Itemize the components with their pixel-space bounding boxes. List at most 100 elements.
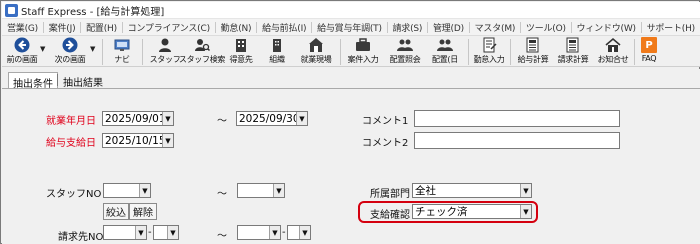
chevron-down-icon: ▼	[299, 226, 310, 239]
faq-icon: P	[641, 37, 657, 53]
menu-advance-pay[interactable]: 給与前払(I)	[257, 21, 311, 34]
org-building-icon	[273, 39, 281, 52]
chevron-down-icon: ▼	[269, 226, 280, 239]
billing-calculator-icon	[566, 37, 579, 53]
billing-no-from-a-select[interactable]: ▼	[103, 225, 147, 240]
back-dropdown-icon[interactable]: ▼	[40, 45, 45, 53]
chevron-down-icon: ▼	[162, 112, 173, 125]
window-title: Staff Express - [給与計算処理]	[21, 6, 165, 18]
staff-search-button[interactable]: スタッフ検索	[178, 37, 226, 67]
worksite-label: 就業現場	[300, 55, 332, 64]
dash-separator: -	[282, 227, 286, 238]
pay-date-select[interactable]: 2025/10/15 ▼	[102, 133, 174, 148]
navi-button[interactable]: ナビ	[108, 37, 136, 67]
staff-no-from-select[interactable]: ▼	[103, 183, 151, 198]
app-logo-icon	[5, 3, 18, 17]
billing-no-to-a-select[interactable]: ▼	[237, 225, 281, 240]
menu-master[interactable]: マスタ(M)	[470, 21, 521, 34]
payroll-calculator-icon	[526, 37, 539, 53]
pay-date-label: 給与支給日	[46, 138, 96, 149]
menu-sales[interactable]: 営業(G)	[2, 21, 43, 34]
navi-label: ナビ	[114, 55, 130, 64]
clear-button[interactable]: 解除	[129, 203, 157, 220]
back-button[interactable]: 前の画面	[4, 37, 40, 67]
billing-no-label: 請求先NO	[58, 232, 104, 243]
attendance-entry-label: 勤怠入力	[473, 55, 505, 64]
pay-confirm-value: チェック済	[415, 206, 468, 218]
billing-no-to-b-select[interactable]: ▼	[287, 225, 311, 240]
tab-extract-results[interactable]: 抽出結果	[59, 72, 107, 89]
case-briefcase-icon	[356, 38, 370, 51]
work-period-from-select[interactable]: 2025/09/01 ▼	[102, 111, 174, 126]
payroll-calc-label: 給与計算	[517, 55, 549, 64]
staff-search-label: スタッフ検索	[178, 55, 226, 64]
forward-dropdown-icon[interactable]: ▼	[90, 45, 95, 53]
pay-confirm-select[interactable]: チェック済 ▼	[412, 204, 532, 219]
placement-inquiry-button[interactable]: 配置照会	[386, 37, 424, 67]
chevron-down-icon: ▼	[135, 226, 146, 239]
pay-date-value: 2025/10/15	[105, 134, 162, 147]
tab-bar: 抽出条件 抽出結果	[2, 69, 700, 90]
menu-payroll[interactable]: 給与賞与年調(T)	[312, 21, 387, 34]
pay-confirm-label: 支給確認	[370, 210, 410, 221]
work-period-to-select[interactable]: 2025/09/30 ▼	[236, 111, 308, 126]
navi-icon	[114, 39, 130, 51]
dash-separator: -	[148, 227, 152, 238]
billing-calc-label: 請求計算	[557, 55, 589, 64]
menu-window[interactable]: ウィンドウ(W)	[572, 21, 641, 34]
range-separator: ～	[217, 189, 227, 200]
menu-placement[interactable]: 配置(H)	[81, 21, 122, 34]
customer-building-icon	[236, 39, 246, 52]
customer-button[interactable]: 得意先	[226, 37, 256, 67]
filter-button[interactable]: 絞込	[103, 203, 129, 220]
chevron-down-icon: ▼	[273, 184, 284, 197]
menu-case[interactable]: 案件(J)	[44, 21, 81, 34]
forward-arrow-icon	[62, 37, 78, 53]
menu-support[interactable]: サポート(H)	[642, 21, 700, 34]
menu-attendance[interactable]: 勤怠(N)	[216, 21, 257, 34]
toolbar: 前の画面 ▼ 次の画面 ▼ ナビ スタッフ スタッフ検索 得意先 組織 就業現場…	[2, 35, 700, 67]
billing-calc-button[interactable]: 請求計算	[554, 37, 592, 67]
org-button[interactable]: 組織	[264, 37, 290, 67]
department-label: 所属部門	[370, 189, 410, 200]
back-label: 前の画面	[6, 55, 38, 64]
notice-button[interactable]: お知合せ	[594, 37, 632, 67]
forward-label: 次の画面	[54, 55, 86, 64]
menu-tools[interactable]: ツール(O)	[521, 21, 571, 34]
case-entry-label: 案件入力	[347, 55, 379, 64]
work-period-to-value: 2025/09/30	[239, 112, 296, 125]
placement-day-button[interactable]: 配置(日	[426, 37, 464, 67]
chevron-down-icon: ▼	[167, 226, 178, 239]
chevron-down-icon: ▼	[520, 184, 531, 197]
faq-button[interactable]: P FAQ	[638, 37, 660, 67]
staff-no-to-select[interactable]: ▼	[237, 183, 285, 198]
menu-bar: 営業(G) 案件(J) 配置(H) コンプライアンス(C) 勤怠(N) 給与前払…	[2, 19, 700, 35]
work-period-from-value: 2025/09/01	[105, 112, 162, 125]
attendance-document-icon	[483, 37, 497, 53]
back-arrow-icon	[14, 37, 30, 53]
comment1-input[interactable]	[414, 110, 620, 127]
tab-extract-conditions[interactable]: 抽出条件	[8, 72, 58, 90]
staff-icon	[159, 38, 171, 52]
menu-billing[interactable]: 請求(S)	[388, 21, 428, 34]
placement-inquiry-label: 配置照会	[389, 55, 421, 64]
faq-label: FAQ	[641, 54, 657, 63]
case-entry-button[interactable]: 案件入力	[344, 37, 382, 67]
placement-day-label: 配置(日	[432, 55, 458, 64]
worksite-icon	[309, 38, 323, 52]
payroll-calc-button[interactable]: 給与計算	[514, 37, 552, 67]
worksite-button[interactable]: 就業現場	[298, 37, 334, 67]
staff-button[interactable]: スタッフ	[150, 37, 181, 67]
attendance-entry-button[interactable]: 勤怠入力	[470, 37, 508, 67]
forward-button[interactable]: 次の画面	[50, 37, 90, 67]
chevron-down-icon: ▼	[520, 205, 531, 218]
conditions-panel: 就業年月日 2025/09/01 ▼ ～ 2025/09/30 ▼ コメント1 …	[2, 88, 700, 244]
menu-compliance[interactable]: コンプライアンス(C)	[123, 21, 215, 34]
comment2-input[interactable]	[414, 132, 620, 149]
department-select[interactable]: 全社 ▼	[412, 183, 532, 198]
chevron-down-icon: ▼	[139, 184, 150, 197]
menu-admin[interactable]: 管理(D)	[428, 21, 469, 34]
billing-no-from-b-select[interactable]: ▼	[153, 225, 179, 240]
placement-day-icon	[437, 39, 453, 51]
comment2-label: コメント2	[362, 138, 409, 149]
